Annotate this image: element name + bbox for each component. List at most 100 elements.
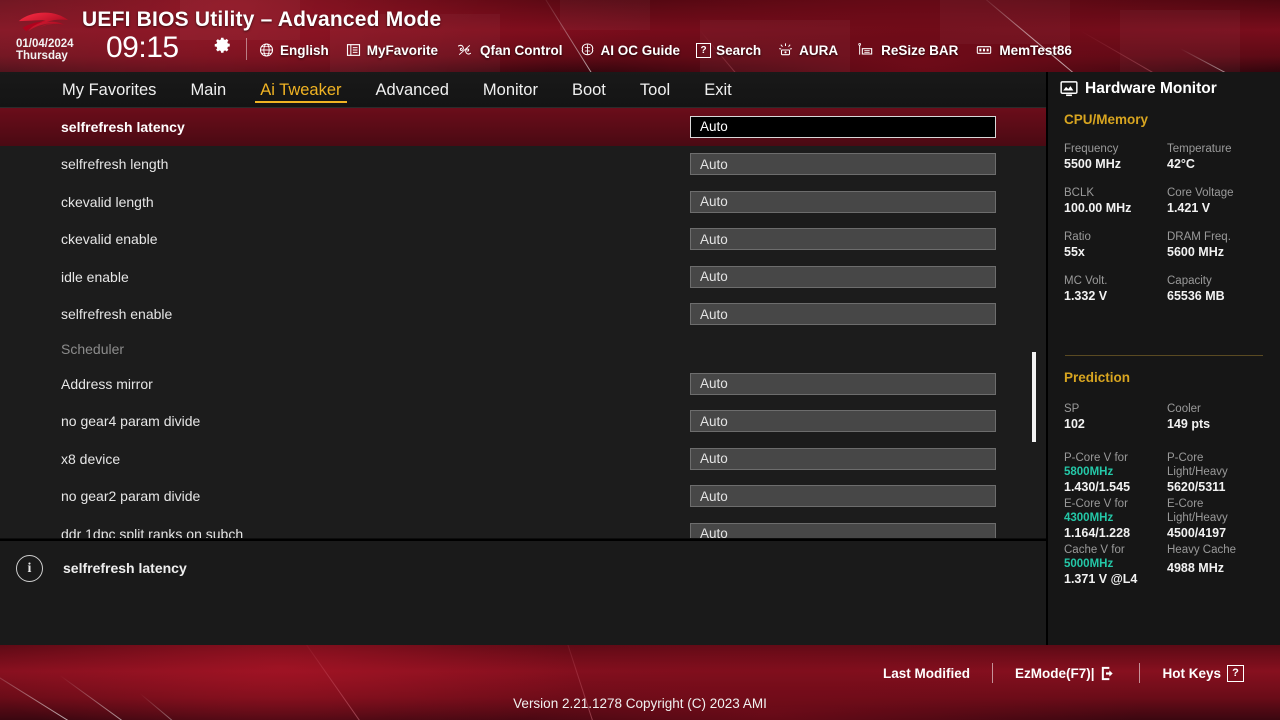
hot-keys-button[interactable]: Hot Keys ? — [1140, 664, 1266, 682]
hw-key-accent: 5000MHz — [1064, 558, 1114, 570]
tab-monitor[interactable]: Monitor — [466, 72, 555, 108]
section-label: Scheduler — [61, 341, 125, 357]
setting-value-field[interactable]: Auto — [690, 115, 996, 138]
last-modified-button[interactable]: Last Modified — [861, 666, 992, 681]
setting-row-idle-enable[interactable]: idle enable Auto — [0, 258, 1046, 296]
setting-row-no-gear4-param-divide[interactable]: no gear4 param divide Auto — [0, 403, 1046, 441]
hw-value: 5600 MHz — [1167, 245, 1224, 259]
header-item-label: AURA — [799, 42, 839, 58]
hw-cell: Heavy Cache 4988 MHz — [1167, 543, 1270, 587]
tab-advanced[interactable]: Advanced — [359, 72, 466, 108]
hw-key: BCLK — [1064, 187, 1095, 199]
setting-label: Address mirror — [61, 375, 153, 392]
hw-value: 1.430/1.545 — [1064, 480, 1131, 494]
header-item-aura[interactable]: AURA — [777, 42, 838, 58]
setting-row-ckevalid-enable[interactable]: ckevalid enable Auto — [0, 221, 1046, 259]
hw-divider — [1065, 355, 1263, 356]
header-item-label: ReSize BAR — [881, 42, 959, 58]
hw-value: 42°C — [1167, 157, 1195, 171]
setting-value-field[interactable]: Auto — [690, 447, 996, 470]
hw-key: E-Core V for — [1064, 498, 1128, 510]
setting-row-selfrefresh-enable[interactable]: selfrefresh enable Auto — [0, 296, 1046, 334]
setting-row-selfrefresh-latency[interactable]: selfrefresh latency Auto — [0, 108, 1046, 146]
setting-value: Auto — [700, 194, 728, 210]
setting-value-field[interactable]: Auto — [690, 410, 996, 433]
header-item-memtest86[interactable]: MemTest86 — [974, 42, 1072, 58]
ezmode-label: EzMode(F7)| — [1014, 665, 1095, 681]
hw-cell: Capacity 65536 MB — [1167, 274, 1270, 304]
gear-icon[interactable] — [214, 36, 232, 54]
setting-value-field[interactable]: Auto — [690, 228, 996, 251]
header-item-qfan-control[interactable]: Qfan Control — [454, 42, 563, 58]
tab-main[interactable]: Main — [173, 72, 243, 108]
hw-pair: SP 102 Cooler 149 pts — [1064, 402, 1270, 432]
setting-row-selfrefresh-length[interactable]: selfrefresh length Auto — [0, 146, 1046, 184]
hot-keys-label: Hot Keys — [1162, 665, 1221, 681]
header-item-myfavorite[interactable]: MyFavorite — [345, 42, 438, 58]
header-item-english[interactable]: English — [258, 42, 329, 58]
scrollbar-thumb[interactable] — [1032, 352, 1036, 442]
setting-row-x8-device[interactable]: x8 device Auto — [0, 440, 1046, 478]
setting-value-field[interactable]: Auto — [690, 372, 996, 395]
hw-pair: Frequency 5500 MHz Temperature 42°C — [1064, 142, 1270, 172]
hw-value: 4500/4197 — [1167, 526, 1227, 540]
setting-label: selfrefresh length — [61, 156, 169, 173]
hw-key: SP — [1064, 403, 1080, 415]
setting-value: Auto — [700, 451, 728, 467]
tab-boot[interactable]: Boot — [555, 72, 623, 108]
header-item-label: English — [280, 42, 329, 58]
setting-row-no-gear2-param-divide[interactable]: no gear2 param divide Auto — [0, 478, 1046, 516]
hw-key: Core Voltage — [1167, 187, 1234, 199]
setting-row-ddr-1dpc-split-ranks-on-subch[interactable]: ddr 1dpc split ranks on subch Auto — [0, 515, 1046, 538]
tab-exit[interactable]: Exit — [687, 72, 749, 108]
header-item-label: MemTest86 — [999, 42, 1072, 58]
setting-value-field[interactable]: Auto — [690, 190, 996, 213]
settings-scrollbar[interactable] — [1029, 110, 1038, 536]
footer-actions: Last Modified EzMode(F7)| Hot Keys ? — [861, 663, 1266, 683]
hw-cell: Cache V for 5000MHz 1.371 V @L4 — [1064, 543, 1167, 587]
header-item-resize-bar[interactable]: ReSize BAR — [854, 42, 958, 58]
hw-cell: Core Voltage 1.421 V — [1167, 186, 1270, 216]
header-bar: UEFI BIOS Utility – Advanced Mode 01/04/… — [0, 0, 1280, 72]
hw-cell: DRAM Freq. 5600 MHz — [1167, 230, 1270, 260]
hw-key: P-Core V for — [1064, 452, 1128, 464]
globe-icon — [259, 43, 274, 57]
hw-cell: Temperature 42°C — [1167, 142, 1270, 172]
rog-logo — [18, 12, 69, 32]
tab-ai-tweaker[interactable]: Ai Tweaker — [243, 72, 358, 108]
hw-cell: P-Core Light/Heavy 5620/5311 — [1167, 451, 1270, 495]
hw-value: 102 — [1064, 417, 1085, 431]
hw-cell: BCLK 100.00 MHz — [1064, 186, 1167, 216]
setting-value: Auto — [700, 231, 728, 247]
brain-icon — [581, 43, 593, 56]
tab-my-favorites[interactable]: My Favorites — [45, 72, 173, 108]
setting-value-field[interactable]: Auto — [690, 265, 996, 288]
tab-tool[interactable]: Tool — [623, 72, 687, 108]
hw-pair: MC Volt. 1.332 V Capacity 65536 MB — [1064, 274, 1270, 304]
header-item-search[interactable]: ? Search — [696, 42, 761, 58]
hw-value: 149 pts — [1167, 417, 1211, 431]
header-item-label: Qfan Control — [480, 42, 563, 58]
setting-row-ckevalid-length[interactable]: ckevalid length Auto — [0, 183, 1046, 221]
hw-key: Temperature — [1167, 143, 1232, 155]
ezmode-button[interactable]: EzMode(F7)| — [993, 666, 1140, 681]
setting-row-address-mirror[interactable]: Address mirror Auto — [0, 365, 1046, 403]
hw-key: Heavy Cache — [1167, 544, 1237, 556]
setting-label: idle enable — [61, 268, 129, 285]
setting-value-field[interactable]: Auto — [690, 153, 996, 176]
hw-cell: Ratio 55x — [1064, 230, 1167, 260]
aura-icon — [779, 43, 793, 56]
setting-value-field[interactable]: Auto — [690, 522, 996, 538]
clock-display: 09:15 — [106, 31, 179, 64]
hw-key: Ratio — [1064, 231, 1091, 243]
header-divider — [246, 38, 247, 60]
setting-value-field[interactable]: Auto — [690, 485, 996, 508]
info-icon: i — [16, 555, 43, 582]
setting-value: Auto — [700, 269, 728, 285]
header-item-label: MyFavorite — [366, 42, 439, 58]
setting-value-field[interactable]: Auto — [690, 303, 996, 326]
header-item-ai-oc-guide[interactable]: AI OC Guide — [579, 42, 680, 58]
hw-key: DRAM Freq. — [1167, 231, 1231, 243]
date-value: 01/04/2024 — [16, 38, 74, 50]
hw-pair: BCLK 100.00 MHz Core Voltage 1.421 V — [1064, 186, 1270, 216]
